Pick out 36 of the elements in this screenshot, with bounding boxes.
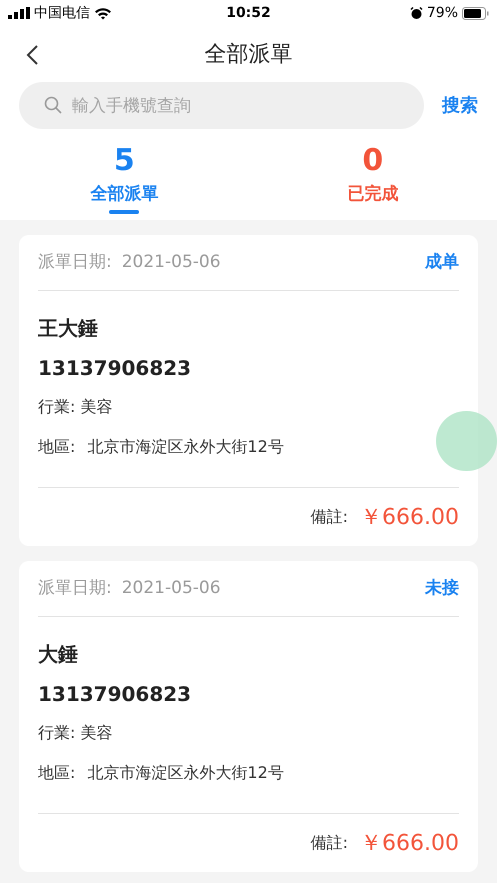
region-address: 北京市海淀区永外大街12号 <box>87 436 284 458</box>
customer-name: 大錘 <box>38 641 79 668</box>
clock-time: 10:52 <box>226 4 271 20</box>
carrier-name: 中国电信 <box>34 4 90 22</box>
signal-icon <box>8 7 30 19</box>
search-field[interactable]: 輸入手機號查詢 <box>19 82 424 129</box>
back-icon[interactable] <box>26 45 38 65</box>
date-label: 派單日期: <box>38 250 112 274</box>
region-address: 北京市海淀区永外大街12号 <box>87 762 284 784</box>
stat-tab[interactable]: 5 全部派單 <box>0 143 248 214</box>
order-card[interactable]: 派單日期: 2021-05-06 未接 大錘 13137906823 行業: 美容 地區: 北京市海淀区永外大街12号 備註: ￥666.00 <box>19 561 478 872</box>
order-amount: ￥666.00 <box>360 830 459 858</box>
industry-text: 行業: 美容 <box>38 722 114 744</box>
customer-name: 王大錘 <box>38 315 99 342</box>
order-date: 2021-05-06 <box>122 250 222 274</box>
order-status: 成单 <box>425 250 459 274</box>
order-date: 2021-05-06 <box>122 576 222 600</box>
wifi-icon <box>94 6 112 20</box>
customer-phone: 13137906823 <box>38 355 192 382</box>
date-label: 派單日期: <box>38 576 112 600</box>
alarm-icon <box>410 6 423 20</box>
stat-tab[interactable]: 0 已完成 <box>248 143 497 214</box>
region-label: 地區: <box>38 436 76 458</box>
region-label: 地區: <box>38 762 76 784</box>
search-icon <box>44 96 62 114</box>
industry-text: 行業: 美容 <box>38 396 114 418</box>
battery-icon <box>462 6 489 20</box>
order-amount: ￥666.00 <box>360 504 459 532</box>
battery-percent: 79% <box>426 4 458 22</box>
order-status: 未接 <box>425 576 459 600</box>
note-label: 備註: <box>310 506 348 528</box>
page-title: 全部派單 <box>204 42 292 66</box>
note-label: 備註: <box>310 832 348 854</box>
search-button[interactable]: 搜索 <box>442 92 478 119</box>
customer-phone: 13137906823 <box>38 681 192 708</box>
order-card[interactable]: 派單日期: 2021-05-06 成单 王大錘 13137906823 行業: 美容 地區: 北京市海淀区永外大街12号 備註: ￥666.00 <box>19 235 478 546</box>
